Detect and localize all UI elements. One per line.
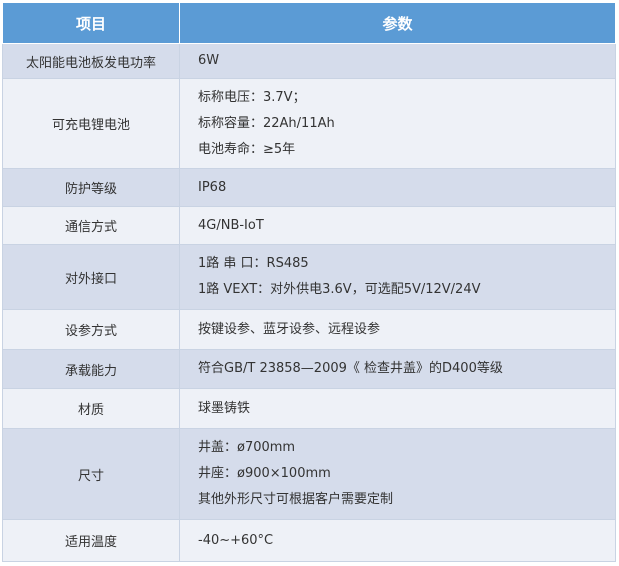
row-item-label: 防护等级	[2, 168, 180, 207]
row-value: 按键设参、蓝牙设参、远程设参	[179, 309, 616, 350]
value-line: IP68	[198, 179, 227, 195]
header-param: 参数	[179, 2, 616, 44]
row-item-label: 适用温度	[2, 519, 180, 562]
row-value: 标称电压：3.7V； 标称容量：22Ah/11Ah 电池寿命：≥5年	[179, 78, 616, 169]
value-line: -40~+60°C	[198, 532, 274, 548]
row-value: 6W	[179, 43, 616, 79]
row-value: 球墨铸铁	[179, 388, 616, 429]
row-item-label: 材质	[2, 388, 180, 429]
table-header-row: 项目 参数	[2, 2, 616, 44]
row-item-label: 通信方式	[2, 206, 180, 245]
value-line: 标称电压：3.7V；	[198, 89, 306, 105]
row-item-label: 设参方式	[2, 309, 180, 350]
row-item-label: 尺寸	[2, 428, 180, 520]
value-line: 井座：ø900×100mm	[198, 466, 331, 481]
value-line: 球墨铸铁	[198, 400, 251, 416]
table-row: 材质 球墨铸铁	[2, 388, 616, 429]
row-value: IP68	[179, 168, 616, 207]
table-row: 可充电锂电池 标称电压：3.7V； 标称容量：22Ah/11Ah 电池寿命：≥5…	[2, 78, 616, 169]
value-line: 电池寿命：≥5年	[198, 141, 296, 157]
table-row: 对外接口 1路 串 口：RS485 1路 VEXT：对外供电3.6V，可选配5V…	[2, 244, 616, 310]
row-value: -40~+60°C	[179, 519, 616, 562]
row-value: 1路 串 口：RS485 1路 VEXT：对外供电3.6V，可选配5V/12V/…	[179, 244, 616, 310]
table-row: 尺寸 井盖：ø700mm 井座：ø900×100mm 其他外形尺寸可根据客户需要…	[2, 428, 616, 520]
table-row: 设参方式 按键设参、蓝牙设参、远程设参	[2, 309, 616, 350]
row-item-label: 承载能力	[2, 349, 180, 389]
value-line: 4G/NB-IoT	[198, 217, 264, 233]
row-item-label: 太阳能电池板发电功率	[2, 43, 180, 79]
row-item-label: 对外接口	[2, 244, 180, 310]
table-row: 防护等级 IP68	[2, 168, 616, 207]
value-line: 按键设参、蓝牙设参、远程设参	[198, 321, 381, 337]
row-value: 4G/NB-IoT	[179, 206, 616, 245]
value-line: 6W	[198, 53, 220, 68]
table-row: 适用温度 -40~+60°C	[2, 519, 616, 562]
row-value: 井盖：ø700mm 井座：ø900×100mm 其他外形尺寸可根据客户需要定制	[179, 428, 616, 520]
table-row: 承载能力 符合GB/T 23858—2009《 检查井盖》的D400等级	[2, 349, 616, 389]
value-line: 标称容量：22Ah/11Ah	[198, 115, 335, 131]
table-row: 太阳能电池板发电功率 6W	[2, 43, 616, 79]
spec-table: 项目 参数 太阳能电池板发电功率 6W 可充电锂电池 标称电压：3.7V； 标称…	[2, 2, 616, 562]
value-line: 1路 串 口：RS485	[198, 256, 309, 271]
table-row: 通信方式 4G/NB-IoT	[2, 206, 616, 245]
value-line: 其他外形尺寸可根据客户需要定制	[198, 492, 394, 507]
value-line: 1路 VEXT：对外供电3.6V，可选配5V/12V/24V	[198, 282, 481, 297]
header-item: 项目	[2, 2, 180, 44]
row-value: 符合GB/T 23858—2009《 检查井盖》的D400等级	[179, 349, 616, 389]
value-line: 符合GB/T 23858—2009《 检查井盖》的D400等级	[198, 361, 503, 376]
value-line: 井盖：ø700mm	[198, 440, 296, 455]
row-item-label: 可充电锂电池	[2, 78, 180, 169]
